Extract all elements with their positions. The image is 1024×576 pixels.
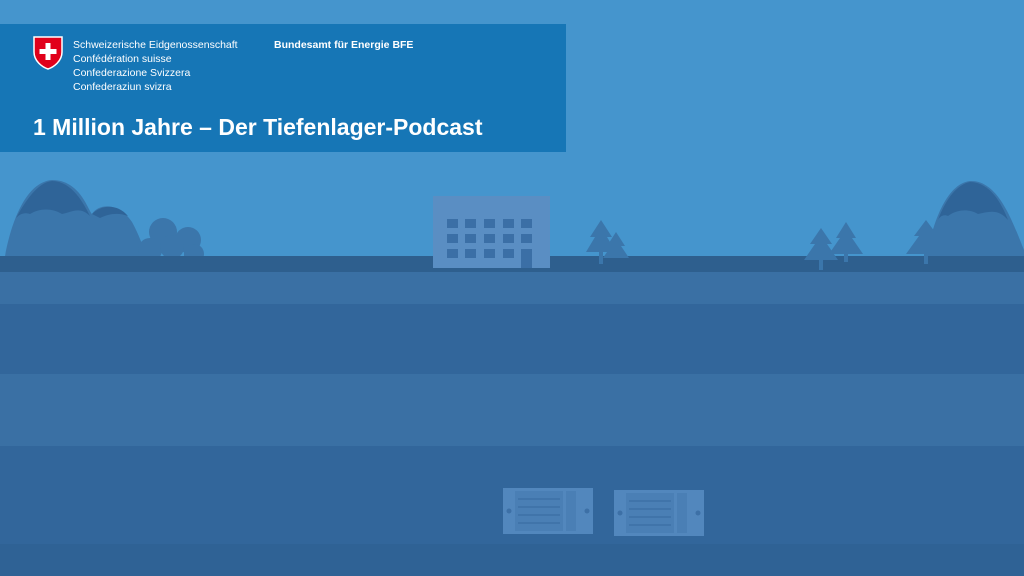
soil-layer bbox=[0, 304, 1024, 374]
government-name-de: Schweizerische Eidgenossenschaft bbox=[73, 39, 238, 51]
storage-canister-icon bbox=[503, 488, 593, 534]
government-name-fr: Confédération suisse bbox=[73, 53, 172, 65]
podcast-cover: Schweizerische Eidgenossenschaft Confédé… bbox=[0, 0, 1024, 576]
soil-layer bbox=[0, 270, 1024, 304]
header-banner: Schweizerische Eidgenossenschaft Confédé… bbox=[0, 24, 566, 152]
building-icon bbox=[433, 196, 550, 268]
office-name: Bundesamt für Energie BFE bbox=[274, 39, 414, 51]
soil-layer bbox=[0, 374, 1024, 446]
podcast-title: 1 Million Jahre – Der Tiefenlager-Podcas… bbox=[33, 114, 483, 140]
swiss-coat-of-arms-icon bbox=[33, 36, 63, 70]
soil-layer bbox=[0, 544, 1024, 576]
government-name-rm: Confederaziun svizra bbox=[73, 81, 172, 93]
storage-canister-icon bbox=[614, 490, 704, 536]
government-name-it: Confederazione Svizzera bbox=[73, 67, 191, 79]
government-name-lines: Schweizerische Eidgenossenschaft Confédé… bbox=[73, 38, 238, 94]
